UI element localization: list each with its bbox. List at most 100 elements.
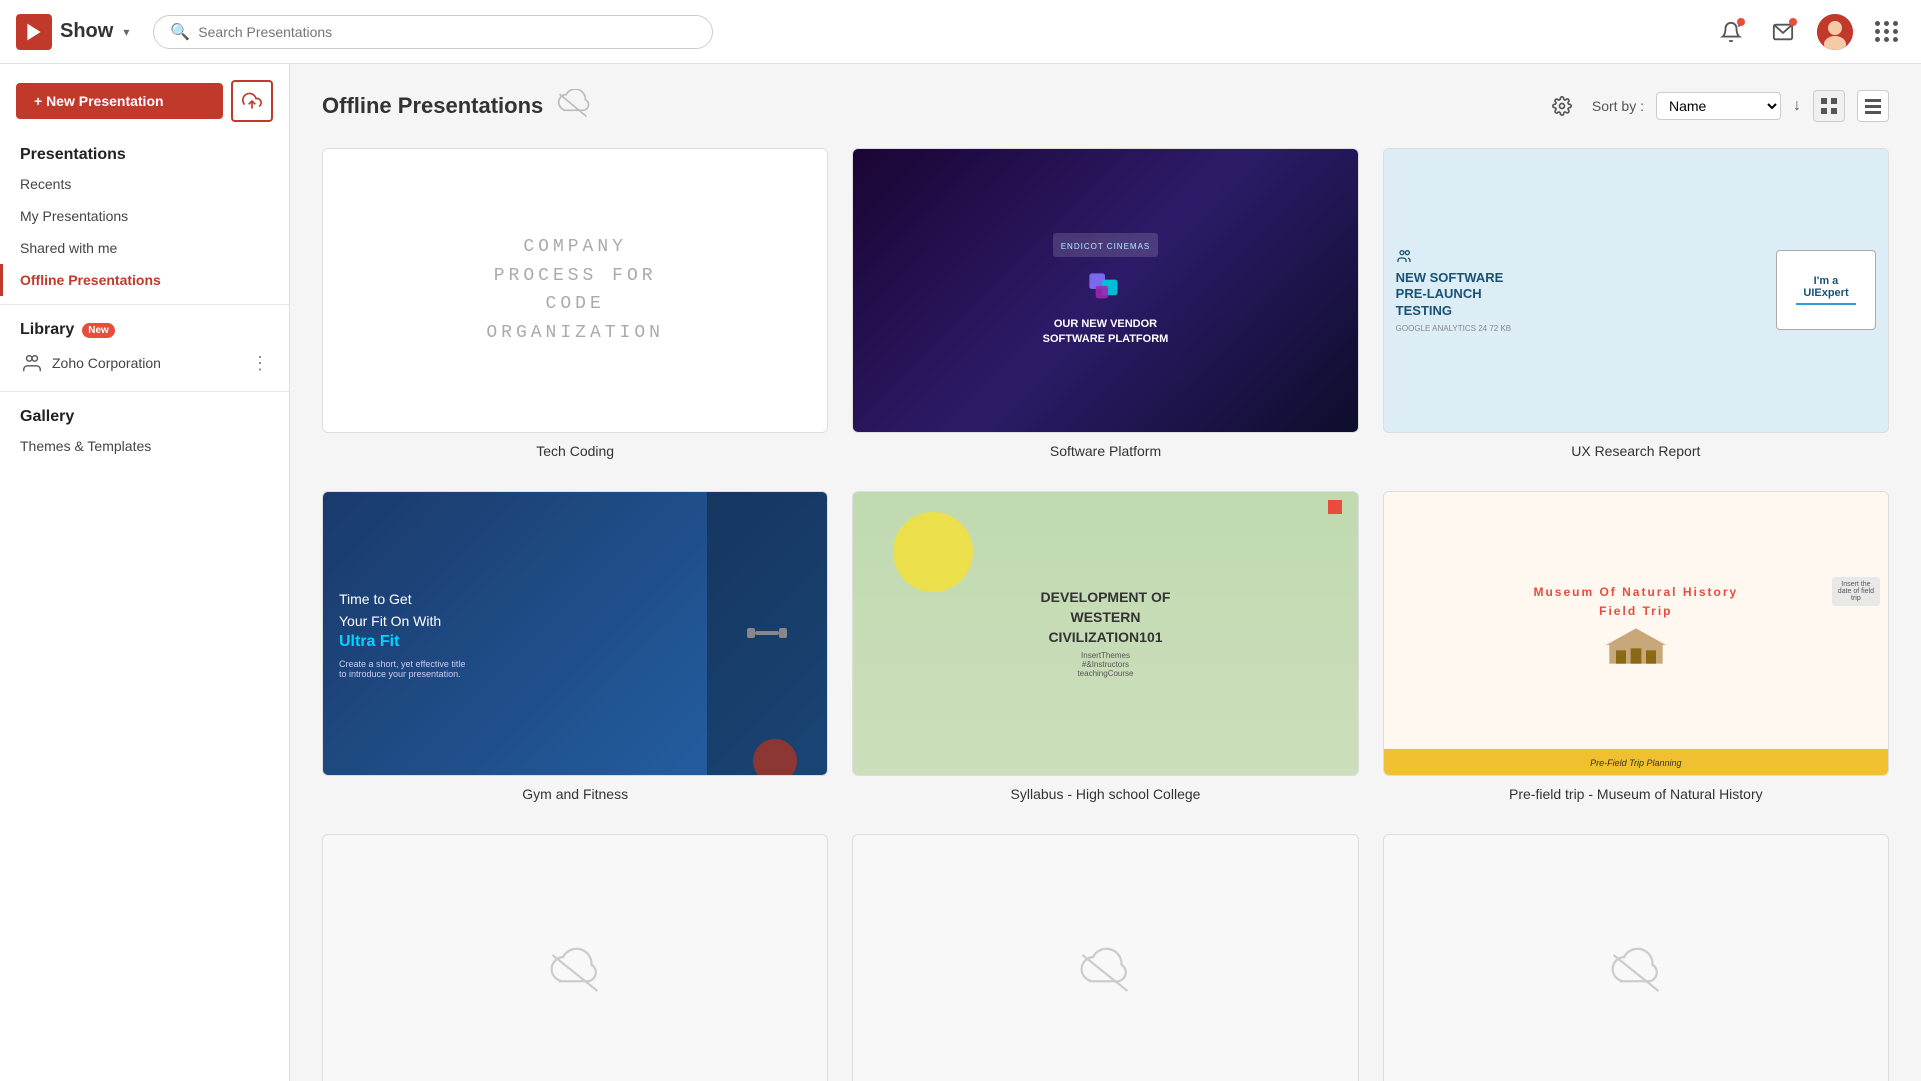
avatar[interactable] bbox=[1817, 14, 1853, 50]
sidebar-divider-2 bbox=[0, 391, 289, 392]
sidebar-item-themes-templates[interactable]: Themes & Templates bbox=[0, 430, 289, 462]
content-title: Offline Presentations bbox=[322, 93, 543, 119]
search-bar[interactable]: 🔍 bbox=[153, 15, 713, 49]
content-controls: Sort by : Name Date Modified Date Create… bbox=[1544, 88, 1889, 124]
settings-button[interactable] bbox=[1544, 88, 1580, 124]
brand-name: Show bbox=[60, 20, 113, 43]
cloud-placeholder-icon-1 bbox=[545, 946, 605, 1006]
sidebar-divider-1 bbox=[0, 304, 289, 305]
presentation-label-software-platform: Software Platform bbox=[1050, 443, 1161, 459]
new-btn-row: + New Presentation bbox=[0, 80, 289, 138]
presentation-card-ux-research[interactable]: NEW SOFTWAREPRE-LAUNCHTESTING GOOGLE ANA… bbox=[1383, 148, 1889, 459]
presentation-label-tech-coding: Tech Coding bbox=[536, 443, 614, 459]
search-icon: 🔍 bbox=[170, 22, 190, 42]
main-layout: + New Presentation Presentations Recents… bbox=[0, 64, 1921, 1081]
mail-dot bbox=[1789, 18, 1797, 26]
cloud-placeholder-icon-2 bbox=[1075, 946, 1135, 1006]
library-item-left: Zoho Corporation bbox=[20, 351, 161, 375]
sidebar-item-offline-presentations[interactable]: Offline Presentations bbox=[0, 264, 289, 296]
notifications-button[interactable] bbox=[1713, 14, 1749, 50]
sw-badge: ENDICOT CINEMAS bbox=[1061, 242, 1151, 251]
syllabus-dot bbox=[1328, 500, 1342, 514]
presentation-card-gym-fitness[interactable]: Time to Get Your Fit On With Ultra Fit C… bbox=[322, 491, 828, 802]
library-header: Library New bbox=[0, 313, 289, 343]
zoho-corp-menu-button[interactable]: ⋮ bbox=[251, 353, 269, 374]
gallery-title: Gallery bbox=[0, 400, 289, 430]
syllabus-text-block: DEVELOPMENT OFWESTERNCIVILIZATION101 Ins… bbox=[1033, 580, 1179, 686]
cloud-placeholder-icon-3 bbox=[1606, 946, 1666, 1006]
ux-laptop-label: I'm aUIExpert bbox=[1803, 275, 1848, 299]
shared-with-me-label: Shared with me bbox=[20, 240, 117, 256]
museum-bar: Pre-Field Trip Planning bbox=[1384, 749, 1888, 775]
upload-icon bbox=[242, 91, 262, 111]
sw-title: OUR NEW VENDORSOFTWARE PLATFORM bbox=[1043, 317, 1169, 348]
presentation-card-placeholder-3 bbox=[1383, 834, 1889, 1081]
museum-thumb-content: Museum Of Natural HistoryField Trip bbox=[1384, 492, 1888, 775]
presentation-card-syllabus[interactable]: DEVELOPMENT OFWESTERNCIVILIZATION101 Ins… bbox=[852, 491, 1358, 802]
library-title: Library bbox=[20, 321, 74, 339]
tech-thumb-content: COMPANYPROCESS FORCODEORGANIZATION bbox=[323, 149, 827, 432]
presentation-card-museum[interactable]: Museum Of Natural HistoryField Trip bbox=[1383, 491, 1889, 802]
grid-view-icon bbox=[1821, 98, 1837, 114]
presentation-card-placeholder-2 bbox=[852, 834, 1358, 1081]
brand-caret[interactable]: ▾ bbox=[123, 25, 129, 39]
mail-button[interactable] bbox=[1765, 14, 1801, 50]
presentation-thumb-software-platform: ENDICOT CINEMAS OUR NEW VENDORSOFTWARE P… bbox=[852, 148, 1358, 433]
sort-down-icon[interactable]: ↓ bbox=[1793, 97, 1801, 115]
museum-note-card: Insert thedate of fieldtrip bbox=[1832, 577, 1880, 606]
avatar-image bbox=[1817, 14, 1853, 50]
museum-bar-text: Pre-Field Trip Planning bbox=[1590, 758, 1681, 768]
syllabus-yellow-circle bbox=[893, 512, 973, 592]
museum-title-area: Museum Of Natural HistoryField Trip bbox=[1521, 492, 1750, 749]
ux-laptop: I'm aUIExpert bbox=[1776, 250, 1876, 330]
sidebar-item-recents[interactable]: Recents bbox=[0, 168, 289, 200]
sidebar-item-my-presentations[interactable]: My Presentations bbox=[0, 200, 289, 232]
presentation-label-gym-fitness: Gym and Fitness bbox=[522, 786, 628, 802]
presentation-thumb-museum: Museum Of Natural HistoryField Trip bbox=[1383, 491, 1889, 776]
ux-thumb-content: NEW SOFTWAREPRE-LAUNCHTESTING GOOGLE ANA… bbox=[1384, 149, 1888, 432]
presentation-thumb-syllabus: DEVELOPMENT OFWESTERNCIVILIZATION101 Ins… bbox=[852, 491, 1358, 776]
offline-presentations-label: Offline Presentations bbox=[20, 272, 161, 288]
brand[interactable]: Show ▾ bbox=[16, 14, 129, 50]
new-presentation-button[interactable]: + New Presentation bbox=[16, 83, 223, 119]
ux-subtitle: GOOGLE ANALYTICS 24 72 KB bbox=[1396, 324, 1776, 333]
presentation-label-museum: Pre-field trip - Museum of Natural Histo… bbox=[1509, 786, 1763, 802]
presentation-label-syllabus: Syllabus - High school College bbox=[1011, 786, 1201, 802]
presentation-thumb-placeholder-2 bbox=[852, 834, 1358, 1081]
search-input[interactable] bbox=[198, 24, 696, 40]
list-view-button[interactable] bbox=[1857, 90, 1889, 122]
presentation-thumb-ux-research: NEW SOFTWAREPRE-LAUNCHTESTING GOOGLE ANA… bbox=[1383, 148, 1889, 433]
apps-grid-icon bbox=[1875, 21, 1899, 42]
sort-select[interactable]: Name Date Modified Date Created bbox=[1656, 92, 1781, 120]
presentation-label-ux-research: UX Research Report bbox=[1571, 443, 1700, 459]
gym-line2: Your Fit On With bbox=[339, 610, 811, 632]
library-new-badge: New bbox=[82, 323, 115, 338]
museum-title-text: Museum Of Natural HistoryField Trip bbox=[1533, 583, 1738, 621]
syllabus-thumb-content: DEVELOPMENT OFWESTERNCIVILIZATION101 Ins… bbox=[853, 492, 1357, 775]
gym-sub: Create a short, yet effective titleto in… bbox=[339, 659, 811, 679]
apps-button[interactable] bbox=[1869, 14, 1905, 50]
library-item-zoho[interactable]: Zoho Corporation ⋮ bbox=[0, 343, 289, 383]
zoho-corp-icon bbox=[20, 351, 44, 375]
recents-label: Recents bbox=[20, 176, 71, 192]
presentations-section-title: Presentations bbox=[0, 138, 289, 168]
sidebar: + New Presentation Presentations Recents… bbox=[0, 64, 290, 1081]
gym-thumb-content: Time to Get Your Fit On With Ultra Fit C… bbox=[323, 492, 827, 775]
syllabus-title-text: DEVELOPMENT OFWESTERNCIVILIZATION101 bbox=[1041, 588, 1171, 647]
zoho-corp-label: Zoho Corporation bbox=[52, 355, 161, 371]
presentation-card-tech-coding[interactable]: COMPANYPROCESS FORCODEORGANIZATION Tech … bbox=[322, 148, 828, 459]
upload-button[interactable] bbox=[231, 80, 273, 122]
sidebar-item-shared-with-me[interactable]: Shared with me bbox=[0, 232, 289, 264]
grid-view-button[interactable] bbox=[1813, 90, 1845, 122]
gym-accent: Ultra Fit bbox=[339, 633, 811, 651]
users-icon bbox=[1396, 248, 1412, 264]
content-header: Offline Presentations Sort by : bbox=[322, 88, 1889, 124]
ux-title-text: NEW SOFTWAREPRE-LAUNCHTESTING bbox=[1396, 270, 1776, 321]
topnav: Show ▾ 🔍 bbox=[0, 0, 1921, 64]
content-title-row: Offline Presentations bbox=[322, 89, 591, 124]
themes-templates-label: Themes & Templates bbox=[20, 438, 151, 454]
content-area: Offline Presentations Sort by : bbox=[290, 64, 1921, 1081]
presentation-card-software-platform[interactable]: ENDICOT CINEMAS OUR NEW VENDORSOFTWARE P… bbox=[852, 148, 1358, 459]
gym-line1: Time to Get bbox=[339, 588, 811, 610]
cloud-off-icon bbox=[555, 89, 591, 124]
